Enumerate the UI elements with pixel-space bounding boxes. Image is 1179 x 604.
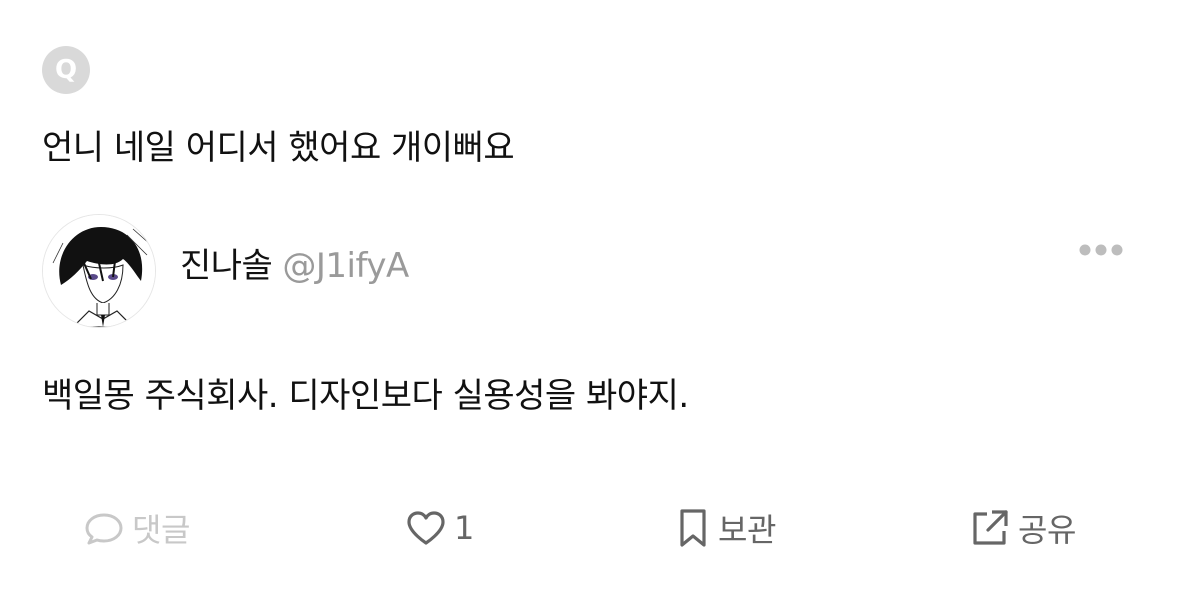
share-external-icon	[973, 510, 1008, 545]
bookmark-icon	[680, 509, 706, 547]
more-horizontal-icon	[1079, 244, 1123, 256]
heart-icon	[407, 511, 445, 545]
avatar[interactable]	[42, 214, 156, 328]
like-button[interactable]: 1	[406, 500, 474, 556]
save-button[interactable]: 보관	[676, 500, 776, 556]
save-label: 보관	[718, 511, 776, 549]
avatar-illustration	[43, 215, 155, 327]
speech-bubble-icon	[85, 513, 123, 545]
author-handle[interactable]: @J1ifyA	[282, 246, 409, 286]
author-info: 진나솔 @J1ifyA	[180, 238, 409, 287]
share-button[interactable]: 공유	[970, 500, 1076, 556]
comment-button[interactable]: 댓글	[84, 500, 190, 556]
like-count: 1	[454, 509, 474, 547]
more-options-button[interactable]	[1078, 236, 1124, 264]
author-name[interactable]: 진나솔	[180, 246, 273, 286]
share-label: 공유	[1018, 511, 1076, 549]
question-badge: Q	[42, 46, 90, 94]
action-bar: 댓글 1 보관 공유	[0, 500, 1179, 556]
comment-label: 댓글	[132, 511, 190, 549]
question-text: 언니 네일 어디서 했어요 개이뻐요	[42, 128, 515, 168]
answer-text: 백일몽 주식회사. 디자인보다 실용성을 봐야지.	[42, 376, 689, 416]
